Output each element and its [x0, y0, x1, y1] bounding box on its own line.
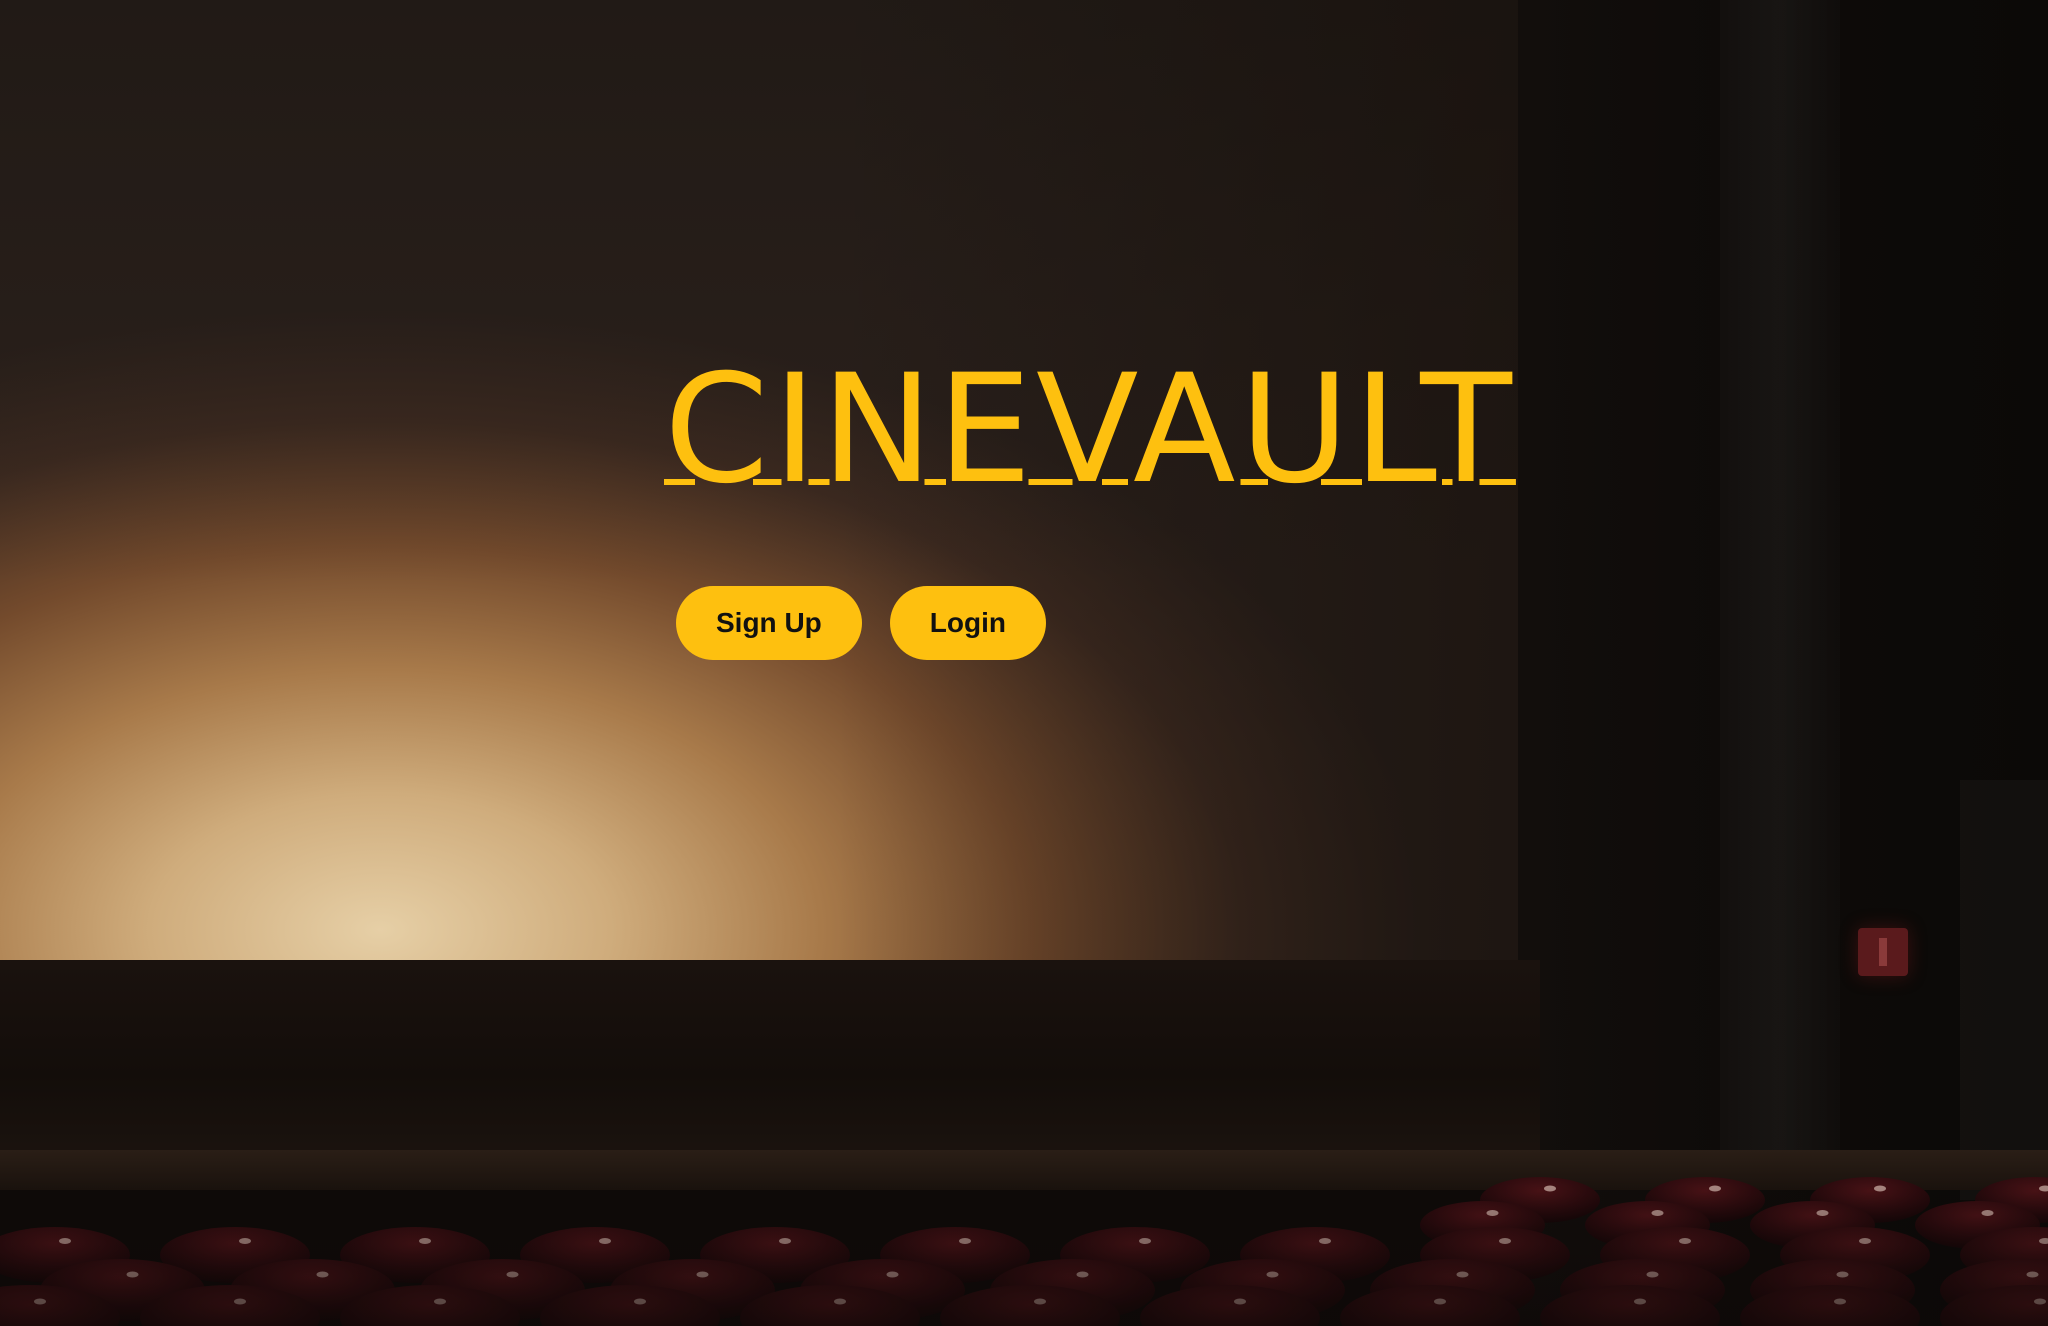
hero-section: CINEVAULT Sign Up Login	[0, 0, 2048, 1326]
sign-up-button[interactable]: Sign Up	[676, 586, 862, 660]
login-button[interactable]: Login	[889, 586, 1046, 660]
hero-content: CINEVAULT Sign Up Login	[664, 355, 1564, 660]
theater-seats	[0, 1177, 2048, 1326]
brand-title[interactable]: CINEVAULT	[664, 355, 1564, 505]
auth-actions: Sign Up Login	[676, 586, 1564, 660]
